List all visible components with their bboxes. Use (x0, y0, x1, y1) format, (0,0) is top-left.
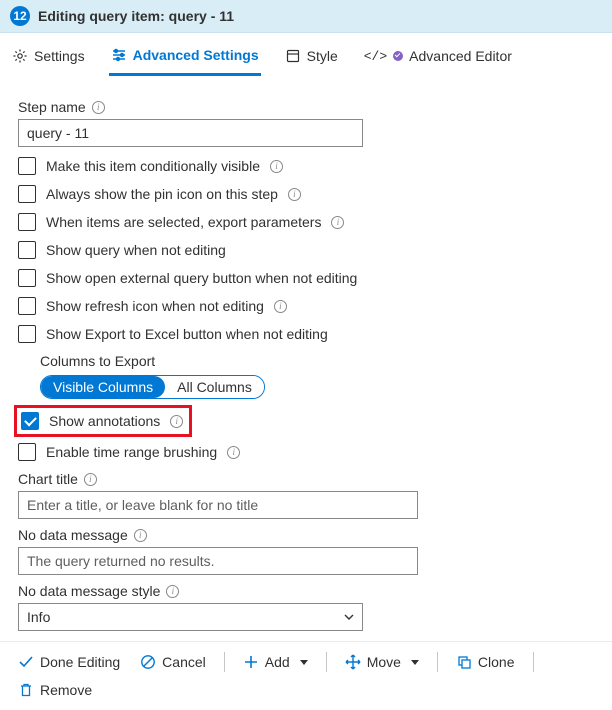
show-pin-checkbox[interactable] (18, 185, 36, 203)
export-params-checkbox[interactable] (18, 213, 36, 231)
tab-style-label: Style (307, 48, 338, 64)
info-icon[interactable]: i (227, 446, 240, 459)
no-data-input[interactable] (18, 547, 418, 575)
open-external-checkbox[interactable] (18, 269, 36, 287)
toolbar-separator (326, 652, 327, 672)
move-label: Move (367, 654, 401, 670)
excel-export-row[interactable]: Show Export to Excel button when not edi… (18, 325, 594, 343)
bottom-toolbar: Done Editing Cancel Add Move Clone Remov… (0, 641, 612, 710)
toolbar-separator (224, 652, 225, 672)
show-pin-label: Always show the pin icon on this step (46, 186, 278, 202)
editor-header: 12 Editing query item: query - 11 (0, 0, 612, 33)
tab-editor-label: Advanced Editor (409, 48, 512, 64)
clone-icon (456, 654, 472, 670)
tab-settings[interactable]: Settings (10, 41, 87, 75)
style-icon (285, 48, 301, 64)
refresh-icon-checkbox[interactable] (18, 297, 36, 315)
open-external-label: Show open external query button when not… (46, 270, 357, 286)
no-data-style-label-row: No data message style i (18, 583, 594, 599)
show-pin-row[interactable]: Always show the pin icon on this step i (18, 185, 594, 203)
no-data-style-select[interactable] (18, 603, 363, 631)
step-name-input[interactable] (18, 119, 363, 147)
export-params-label: When items are selected, export paramete… (46, 214, 321, 230)
sliders-icon (111, 47, 127, 63)
tab-settings-label: Settings (34, 48, 85, 64)
toolbar-separator (437, 652, 438, 672)
refresh-icon-row[interactable]: Show refresh icon when not editing i (18, 297, 594, 315)
done-editing-label: Done Editing (40, 654, 120, 670)
gear-icon (12, 48, 28, 64)
columns-export-label: Columns to Export (40, 353, 594, 369)
time-brushing-checkbox[interactable] (18, 443, 36, 461)
conditional-visible-label: Make this item conditionally visible (46, 158, 260, 174)
code-icon: </> (364, 49, 387, 64)
show-query-row[interactable]: Show query when not editing (18, 241, 594, 259)
show-annotations-label: Show annotations (49, 413, 160, 429)
remove-label: Remove (40, 682, 92, 698)
no-data-style-value[interactable] (18, 603, 363, 631)
time-brushing-label: Enable time range brushing (46, 444, 217, 460)
step-name-label-row: Step name i (18, 99, 594, 115)
header-title: Editing query item: query - 11 (38, 8, 234, 24)
info-icon[interactable]: i (274, 300, 287, 313)
move-icon (345, 654, 361, 670)
pill-visible-columns[interactable]: Visible Columns (41, 376, 165, 398)
info-icon[interactable]: i (134, 529, 147, 542)
check-icon (18, 654, 34, 670)
columns-export-block: Columns to Export Visible Columns All Co… (40, 353, 594, 399)
validated-dot-icon (393, 51, 403, 61)
show-annotations-row[interactable]: Show annotations i (21, 412, 183, 430)
refresh-icon-label: Show refresh icon when not editing (46, 298, 264, 314)
tab-advanced-editor[interactable]: </> Advanced Editor (362, 41, 514, 75)
add-button[interactable]: Add (235, 650, 316, 674)
info-icon[interactable]: i (288, 188, 301, 201)
show-annotations-checkbox[interactable] (21, 412, 39, 430)
info-icon[interactable]: i (270, 160, 283, 173)
highlight-show-annotations: Show annotations i (14, 405, 192, 437)
toolbar-separator (533, 652, 534, 672)
step-number-badge: 12 (10, 6, 30, 26)
excel-export-label: Show Export to Excel button when not edi… (46, 326, 328, 342)
cancel-button[interactable]: Cancel (132, 650, 214, 674)
plus-icon (243, 654, 259, 670)
cancel-label: Cancel (162, 654, 206, 670)
conditional-visible-row[interactable]: Make this item conditionally visible i (18, 157, 594, 175)
pill-all-columns[interactable]: All Columns (165, 376, 264, 398)
form-body: Step name i Make this item conditionally… (0, 75, 612, 641)
step-name-label: Step name (18, 99, 86, 115)
chart-title-label-row: Chart title i (18, 471, 594, 487)
info-icon[interactable]: i (166, 585, 179, 598)
no-data-label: No data message (18, 527, 128, 543)
time-brushing-row[interactable]: Enable time range brushing i (18, 443, 594, 461)
chart-title-label: Chart title (18, 471, 78, 487)
chevron-down-icon (300, 660, 308, 665)
clone-button[interactable]: Clone (448, 650, 523, 674)
chevron-down-icon (411, 660, 419, 665)
move-button[interactable]: Move (337, 650, 427, 674)
excel-export-checkbox[interactable] (18, 325, 36, 343)
info-icon[interactable]: i (84, 473, 97, 486)
tab-strip: Settings Advanced Settings Style </> Adv… (0, 33, 612, 75)
open-external-row[interactable]: Show open external query button when not… (18, 269, 594, 287)
tab-style[interactable]: Style (283, 41, 340, 75)
conditional-visible-checkbox[interactable] (18, 157, 36, 175)
add-label: Add (265, 654, 290, 670)
remove-button[interactable]: Remove (10, 678, 100, 702)
done-editing-button[interactable]: Done Editing (10, 650, 128, 674)
info-icon[interactable]: i (170, 415, 183, 428)
info-icon[interactable]: i (331, 216, 344, 229)
show-query-checkbox[interactable] (18, 241, 36, 259)
tab-advanced-label: Advanced Settings (133, 47, 259, 63)
no-data-style-label: No data message style (18, 583, 160, 599)
chart-title-input[interactable] (18, 491, 418, 519)
info-icon[interactable]: i (92, 101, 105, 114)
no-data-label-row: No data message i (18, 527, 594, 543)
show-query-label: Show query when not editing (46, 242, 226, 258)
trash-icon (18, 682, 34, 698)
cancel-icon (140, 654, 156, 670)
export-params-row[interactable]: When items are selected, export paramete… (18, 213, 594, 231)
columns-export-toggle[interactable]: Visible Columns All Columns (40, 375, 265, 399)
clone-label: Clone (478, 654, 515, 670)
tab-advanced-settings[interactable]: Advanced Settings (109, 41, 261, 76)
